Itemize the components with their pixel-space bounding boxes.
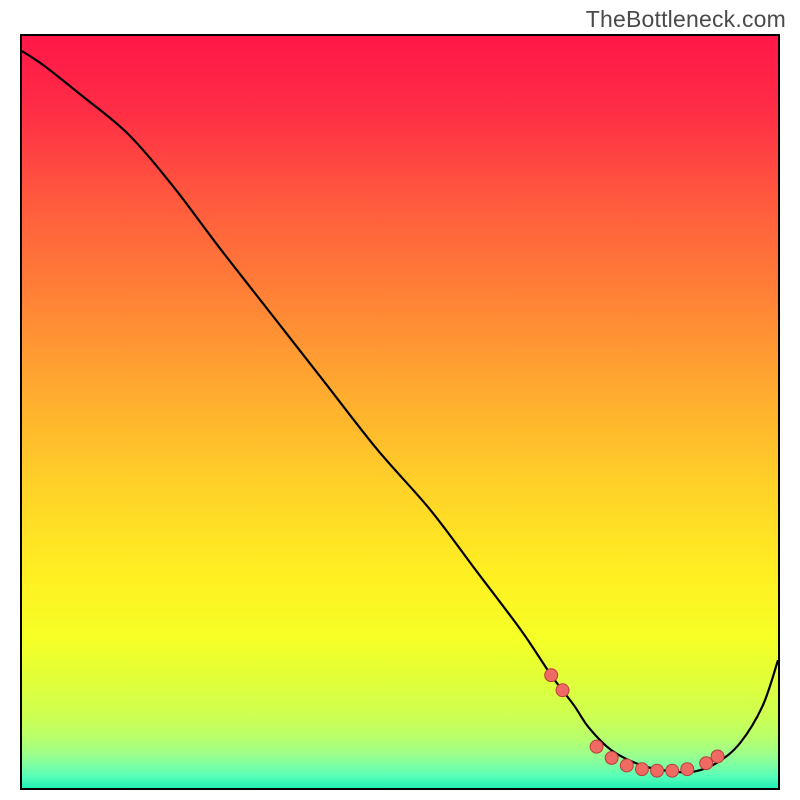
data-marker <box>700 757 713 770</box>
chart-line-layer <box>22 36 778 788</box>
data-marker <box>590 740 603 753</box>
data-marker <box>666 764 679 777</box>
data-marker <box>556 684 569 697</box>
data-marker <box>711 750 724 763</box>
chart-area <box>20 34 780 790</box>
data-marker <box>681 763 694 776</box>
data-marker <box>651 764 664 777</box>
data-markers <box>545 669 724 777</box>
bottleneck-curve <box>22 51 778 772</box>
data-marker <box>620 759 633 772</box>
data-marker <box>545 669 558 682</box>
watermark-text: TheBottleneck.com <box>586 6 786 33</box>
data-marker <box>635 763 648 776</box>
data-marker <box>605 751 618 764</box>
